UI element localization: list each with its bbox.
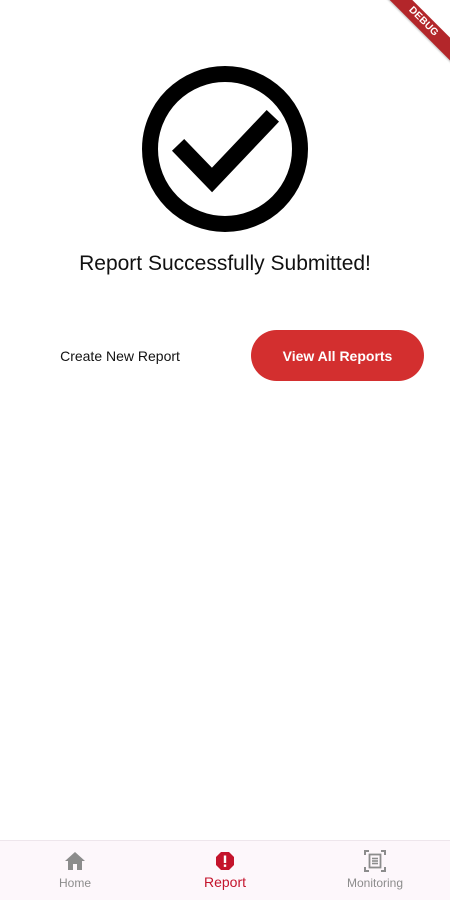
monitoring-icon xyxy=(364,850,386,872)
nav-item-monitoring-label: Monitoring xyxy=(346,876,404,890)
bottom-navigation: Home Report Monitoring xyxy=(0,840,450,900)
nav-item-home-label: Home xyxy=(58,876,91,890)
success-title: Report Successfully Submitted! xyxy=(79,252,371,275)
report-success-screen: DEBUG Report Successfully Submitted! Cre… xyxy=(0,0,450,900)
nav-item-monitoring[interactable]: Monitoring xyxy=(300,841,450,900)
create-new-report-button[interactable]: Create New Report xyxy=(40,330,200,382)
debug-banner: DEBUG xyxy=(360,0,450,90)
home-icon xyxy=(64,851,86,871)
nav-item-home[interactable]: Home xyxy=(0,841,150,900)
check-circle-icon xyxy=(142,66,308,232)
nav-item-report-label: Report xyxy=(203,874,247,890)
nav-item-report[interactable]: Report xyxy=(150,841,300,900)
view-all-reports-button[interactable]: View All Reports xyxy=(251,330,424,381)
debug-banner-label: DEBUG xyxy=(378,0,450,67)
report-alert-icon xyxy=(214,851,236,871)
